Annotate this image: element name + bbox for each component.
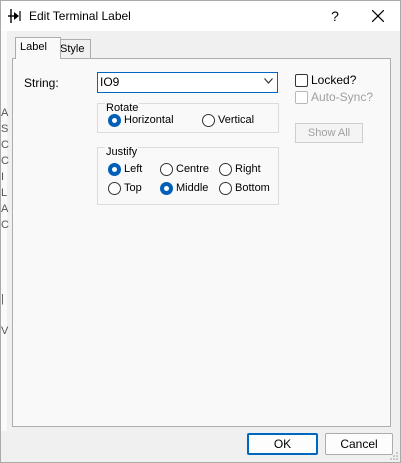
chevron-down-icon[interactable] <box>264 78 273 84</box>
background-char: L <box>1 187 8 199</box>
background-app-strip: A S C C I L A C | V <box>1 31 9 431</box>
radio-indicator <box>202 114 215 127</box>
radio-indicator <box>108 182 121 195</box>
checkbox-indicator <box>295 74 308 87</box>
tab-label[interactable]: Label <box>15 37 61 59</box>
background-char: A <box>1 107 9 119</box>
close-icon <box>372 10 384 22</box>
show-all-button[interactable]: Show All <box>295 123 363 143</box>
radio-indicator <box>108 114 121 127</box>
title-bar[interactable]: Edit Terminal Label ? <box>1 1 400 31</box>
close-button[interactable] <box>361 1 395 31</box>
radio-label: Left <box>124 163 143 175</box>
string-combobox[interactable]: IO9 <box>97 72 278 93</box>
radio-label: Horizontal <box>124 114 174 126</box>
terminal-label-icon <box>8 9 21 23</box>
radio-label: Right <box>235 163 261 175</box>
ok-button[interactable]: OK <box>247 433 318 455</box>
checkbox-label: Locked? <box>311 73 357 87</box>
background-char: | <box>1 293 4 305</box>
dialog-title: Edit Terminal Label <box>29 9 131 23</box>
background-char: I <box>1 171 5 183</box>
background-char: A <box>1 203 9 215</box>
edit-terminal-label-dialog: Edit Terminal Label ? A S C C I L A C | … <box>0 0 401 463</box>
radio-indicator <box>219 163 232 176</box>
radio-label: Top <box>124 182 142 194</box>
rotate-group-title: Rotate <box>105 102 140 114</box>
radio-label: Centre <box>176 163 210 175</box>
help-button[interactable]: ? <box>319 1 351 31</box>
radio-indicator <box>160 163 173 176</box>
radio-label: Vertical <box>218 114 255 126</box>
checkbox-label: Auto-Sync? <box>311 90 374 104</box>
cancel-button[interactable]: Cancel <box>325 433 393 455</box>
resize-grip-icon[interactable] <box>390 452 398 460</box>
justify-group: Justify Left Centre Right Top Middle Bot… <box>97 146 279 205</box>
radio-label: Bottom <box>235 182 270 194</box>
justify-group-title: Justify <box>105 146 139 158</box>
background-char: S <box>1 123 9 135</box>
background-char: V <box>1 325 9 337</box>
radio-label: Middle <box>176 182 209 194</box>
radio-indicator <box>108 163 121 176</box>
background-char: C <box>1 155 9 167</box>
label-tab-panel: String: IO9 Rotate Horizontal Vertical J… <box>12 58 391 427</box>
radio-indicator <box>160 182 173 195</box>
radio-indicator <box>219 182 232 195</box>
background-char: C <box>1 219 9 231</box>
background-char: C <box>1 139 9 151</box>
checkbox-indicator <box>295 91 308 104</box>
string-label: String: <box>24 76 59 90</box>
string-value: IO9 <box>100 75 120 89</box>
rotate-group: Rotate Horizontal Vertical <box>97 102 279 133</box>
